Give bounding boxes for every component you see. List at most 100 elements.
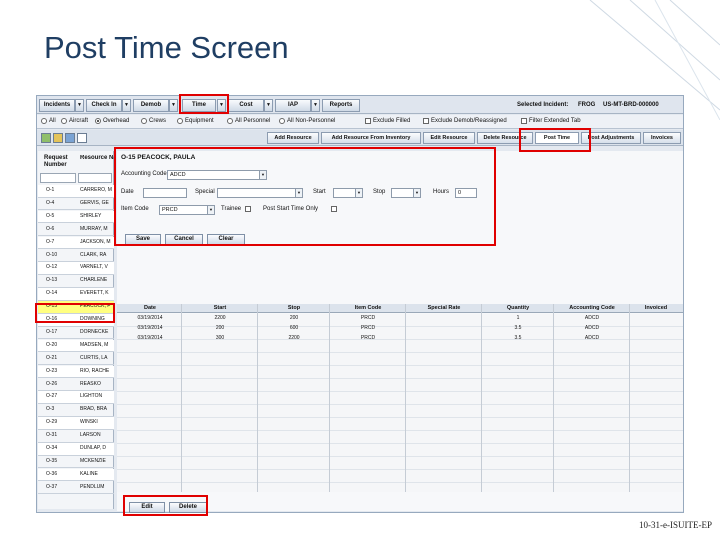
menu-iap[interactable]: IAP	[275, 99, 311, 112]
chevron-down-icon[interactable]: ▼	[207, 206, 214, 214]
table-row[interactable]: 03/19/2014 300 2200 PRCD 3.5 ADCD	[117, 334, 683, 343]
list-item[interactable]: O-36 KALINE	[38, 468, 114, 482]
radio-crews[interactable]	[141, 118, 147, 124]
list-item[interactable]: O-12 VARNELT, V	[38, 262, 114, 275]
list-item[interactable]: O-27 LIGHTON	[38, 391, 114, 404]
column-header-quantity[interactable]: Quantity	[483, 305, 553, 311]
chevron-down-icon[interactable]: ▼	[264, 99, 273, 112]
column-header-invoiced[interactable]: Invoiced	[631, 305, 681, 311]
list-item[interactable]: O-6 MURRAY, M	[38, 224, 114, 237]
menu-reports[interactable]: Reports	[322, 99, 360, 112]
column-header-request[interactable]: Request Number	[44, 155, 78, 169]
accounting-code-select[interactable]: ADCD ▼	[167, 170, 267, 180]
edit-button[interactable]: Edit	[129, 502, 165, 513]
special-select[interactable]: ▼	[217, 188, 303, 198]
column-header-stop[interactable]: Stop	[259, 305, 329, 311]
trainee-checkbox[interactable]	[245, 206, 251, 212]
list-item[interactable]: O-35 MCKENZIE	[38, 456, 114, 469]
item-code-select[interactable]: PRCD ▼	[159, 205, 215, 215]
chevron-down-icon[interactable]: ▼	[75, 99, 84, 112]
column-header-resource[interactable]: Resource Name	[80, 155, 114, 162]
list-item[interactable]: O-7 JACKSON, M	[38, 236, 114, 250]
request-number: O-16	[46, 316, 58, 322]
settings-icon[interactable]	[77, 133, 87, 143]
checkbox-filter-extended[interactable]	[521, 118, 527, 124]
chevron-down-icon[interactable]: ▼	[169, 99, 178, 112]
chevron-down-icon[interactable]: ▼	[413, 189, 420, 197]
menu-check-in[interactable]: Check In	[86, 99, 122, 112]
list-item[interactable]: O-34 DUNLAP, D	[38, 443, 114, 456]
column-header-item-code[interactable]: Item Code	[331, 305, 405, 311]
special-label: Special	[195, 189, 215, 195]
list-item[interactable]: O-5 SHIRLEY	[38, 210, 114, 224]
cancel-button[interactable]: Cancel	[165, 234, 203, 245]
radio-aircraft[interactable]	[61, 118, 67, 124]
list-item[interactable]: O-17 DORNECKE	[38, 327, 114, 340]
list-item[interactable]: O-3 BRAD, BRA	[38, 404, 114, 417]
checkbox-exclude-demob[interactable]	[423, 118, 429, 124]
list-item[interactable]: O-13 CHARLENE	[38, 275, 114, 288]
checkbox-exclude-filled[interactable]	[365, 118, 371, 124]
list-item[interactable]: O-37 PENDLUM	[38, 482, 114, 495]
save-button[interactable]: Save	[125, 234, 161, 245]
hours-input[interactable]: 0	[455, 188, 477, 198]
chevron-down-icon[interactable]: ▼	[311, 99, 320, 112]
clear-button[interactable]: Clear	[207, 234, 245, 245]
list-item[interactable]: O-10 CLARK, RA	[38, 250, 114, 263]
menu-cost[interactable]: Cost	[228, 99, 264, 112]
tab-invoices[interactable]: Invoices	[643, 132, 681, 144]
column-header-date[interactable]: Date	[119, 305, 181, 311]
column-header-special-rate[interactable]: Special Rate	[407, 305, 481, 311]
date-input[interactable]	[143, 188, 187, 198]
table-cell: 200	[289, 315, 299, 321]
print-icon[interactable]	[53, 133, 63, 143]
export-icon[interactable]	[65, 133, 75, 143]
tab-add-resource[interactable]: Add Resource	[267, 132, 319, 144]
table-row[interactable]: 03/19/2014 200 600 PRCD 3.5 ADCD	[117, 324, 683, 333]
chevron-down-icon[interactable]: ▼	[295, 189, 302, 197]
table-row[interactable]: 03/19/2014 2200 200 PRCD 1 ADCD	[117, 314, 683, 323]
chevron-down-icon[interactable]: ▼	[217, 99, 226, 112]
tab-edit-resource[interactable]: Edit Resource	[423, 132, 475, 144]
stop-select[interactable]: ▼	[391, 188, 421, 198]
list-item[interactable]: O-21 CURTIS, LA	[38, 353, 114, 366]
list-item[interactable]: O-16 DOWNING	[38, 314, 114, 327]
chevron-down-icon[interactable]: ▼	[355, 189, 362, 197]
tab-delete-resource[interactable]: Delete Resource	[477, 132, 533, 144]
action-tab-bar: Add Resource Add Resource From Inventory…	[37, 130, 683, 146]
list-item[interactable]: O-29 WINSKI	[38, 417, 114, 430]
tab-post-time[interactable]: Post Time	[535, 132, 579, 144]
list-item[interactable]: O-1 CARRERO, M	[38, 185, 114, 198]
radio-all[interactable]	[41, 118, 47, 124]
delete-button[interactable]: Delete	[169, 502, 207, 513]
radio-equipment[interactable]	[177, 118, 183, 124]
column-header-start[interactable]: Start	[183, 305, 257, 311]
filter-request-input[interactable]	[40, 173, 76, 183]
filter-resource-input[interactable]	[78, 173, 112, 183]
list-item[interactable]: O-31 LARSON	[38, 430, 114, 443]
menu-demob[interactable]: Demob	[133, 99, 169, 112]
chevron-down-icon[interactable]: ▼	[122, 99, 131, 112]
list-item[interactable]: O-23 RIO, RACHE	[38, 365, 114, 379]
start-select[interactable]: ▼	[333, 188, 363, 198]
resource-name: LIGHTON	[80, 393, 103, 400]
radio-all-personnel[interactable]	[227, 118, 233, 124]
refresh-icon[interactable]	[41, 133, 51, 143]
post-start-checkbox[interactable]	[331, 206, 337, 212]
resource-name: REASKO	[80, 380, 101, 387]
list-item[interactable]: O-20 MADSEN, M	[38, 339, 114, 353]
list-item[interactable]: O-15 PEACOCK, F	[38, 301, 114, 314]
menu-time[interactable]: Time	[182, 99, 216, 112]
column-header-accounting-code[interactable]: Accounting Code	[555, 305, 629, 311]
radio-overhead[interactable]	[95, 118, 101, 124]
radio-all-non-personnel[interactable]	[279, 118, 285, 124]
tab-add-resource-from-inventory[interactable]: Add Resource From Inventory	[321, 132, 421, 144]
filter-label: Filter Extended Tab	[529, 118, 581, 124]
chevron-down-icon[interactable]: ▼	[259, 171, 266, 179]
list-item[interactable]: O-4 GERVIS, GE	[38, 198, 114, 211]
menu-incidents[interactable]: Incidents	[39, 99, 75, 112]
list-item[interactable]: O-14 EVERETT, K	[38, 288, 114, 301]
tab-post-adjustments[interactable]: Post Adjustments	[581, 132, 641, 144]
accounting-code-label: Accounting Code	[121, 171, 167, 177]
list-item[interactable]: O-26 REASKO	[38, 379, 114, 392]
